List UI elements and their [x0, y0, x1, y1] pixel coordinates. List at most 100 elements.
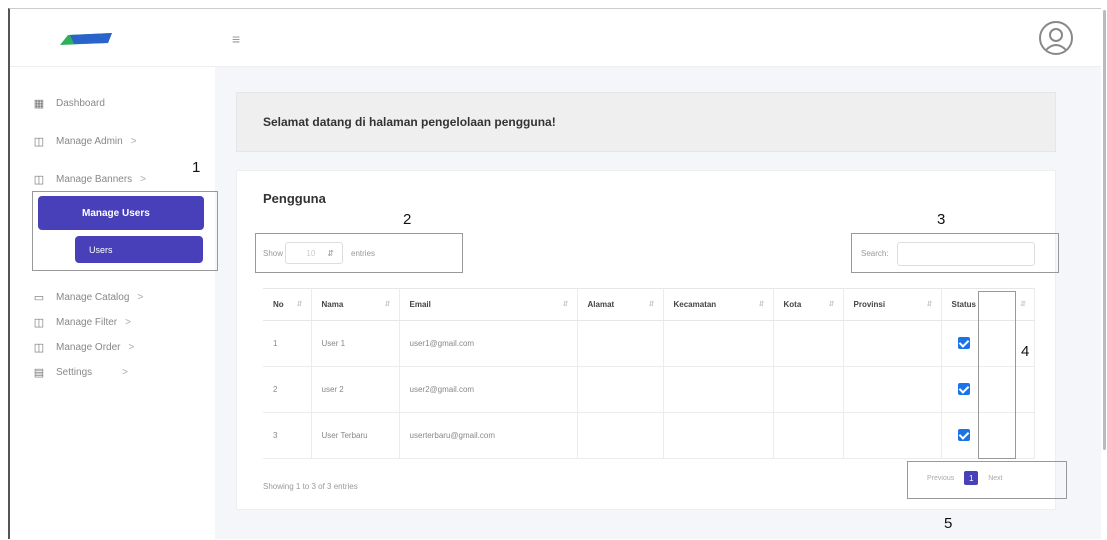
sort-icon: ⇵: [384, 301, 391, 308]
sidebar-item-label: Manage Order: [56, 341, 121, 353]
cell-alamat: [577, 412, 664, 459]
show-label: Show: [263, 249, 284, 258]
scrollbar[interactable]: [1101, 0, 1107, 539]
sidebar-item-label: Manage Banners: [56, 173, 133, 185]
column-header-no[interactable]: No ⇵: [263, 288, 312, 321]
sort-icon: ⇵: [758, 301, 765, 308]
brand-logo: [60, 33, 112, 45]
table-row: 2 user 2 user2@gmail.com: [263, 366, 1035, 413]
table-row: 1 User 1 user1@gmail.com: [263, 320, 1035, 367]
annotation-number: 3: [937, 211, 946, 228]
cell-provinsi: [843, 366, 942, 413]
chevron-right-icon: >: [137, 291, 144, 303]
chevron-right-icon: >: [140, 173, 147, 185]
sidebar-item-label: Manage Admin: [56, 135, 123, 147]
search-label: Search:: [861, 249, 889, 258]
cell-email: user1@gmail.com: [399, 320, 578, 367]
chevron-right-icon: >: [130, 135, 137, 147]
annotation-number: 5: [944, 515, 953, 532]
cell-kecamatan: [663, 412, 774, 459]
annotation-number: 1: [192, 159, 201, 176]
table-icon: ◫: [33, 341, 45, 354]
sidebar-item-label: Settings: [56, 366, 93, 378]
cell-no: 3: [263, 412, 312, 459]
scrollbar-thumb[interactable]: [1103, 10, 1106, 450]
annotation-number: 2: [403, 211, 412, 228]
status-checkbox[interactable]: [957, 382, 970, 395]
select-arrows-icon: ⇵: [327, 248, 334, 258]
table-row: 3 User Terbaru userterbaru@gmail.com: [263, 412, 1035, 459]
status-checkbox[interactable]: [957, 428, 970, 441]
cell-nama: User 1: [311, 320, 400, 367]
welcome-text: Selamat datang di halaman pengelolaan pe…: [263, 115, 556, 129]
table-header-row: No ⇵ Nama ⇵ Email ⇵ Alamat ⇵ Kecamatan ⇵ Kota…: [263, 288, 1035, 321]
cell-email: userterbaru@gmail.com: [399, 412, 578, 459]
top-bar: ≡: [10, 9, 1103, 67]
calendar-icon: ▭: [33, 291, 45, 304]
status-checkbox[interactable]: [957, 336, 970, 349]
page-button[interactable]: 1: [964, 471, 979, 485]
cell-kecamatan: [663, 320, 774, 367]
cell-kota: [773, 412, 844, 459]
sort-icon: ⇵: [562, 301, 569, 308]
sidebar-item-manage-admin[interactable]: ◫ Manage Admin >: [32, 130, 137, 152]
hamburger-icon[interactable]: ≡: [232, 31, 240, 47]
search-input[interactable]: [897, 242, 1035, 266]
cell-kecamatan: [663, 366, 774, 413]
sidebar-item-manage-banners[interactable]: ◫ Manage Banners >: [32, 168, 146, 190]
chevron-right-icon: >: [122, 366, 128, 378]
annotation-number: 4: [1021, 343, 1030, 360]
annotation-box: [978, 291, 1016, 459]
column-header-email[interactable]: Email ⇵: [399, 288, 578, 321]
sidebar-item-manage-order[interactable]: ◫ Manage Order >: [32, 336, 135, 358]
table-icon: ◫: [33, 316, 45, 329]
previous-button[interactable]: Previous: [917, 467, 964, 489]
entries-value: 10: [306, 248, 316, 258]
cell-nama: user 2: [311, 366, 400, 413]
next-button[interactable]: Next: [978, 467, 1012, 489]
sidebar-item-label: Manage Filter: [56, 316, 118, 328]
welcome-banner: Selamat datang di halaman pengelolaan pe…: [236, 92, 1056, 152]
annotation-box: [32, 191, 218, 271]
cell-alamat: [577, 366, 664, 413]
table-icon: ◫: [33, 135, 45, 148]
entries-select[interactable]: 10 ⇵: [285, 242, 343, 264]
cell-email: user2@gmail.com: [399, 366, 578, 413]
sidebar-item-label: Manage Catalog: [56, 291, 130, 303]
sidebar-item-settings[interactable]: ▤ Settings >: [32, 361, 128, 383]
table-info: Showing 1 to 3 of 3 entries: [263, 482, 358, 491]
layout-icon: ▤: [33, 366, 45, 379]
column-header-kecamatan[interactable]: Kecamatan ⇵: [663, 288, 774, 321]
sidebar-item-label: Dashboard: [56, 97, 105, 109]
cell-provinsi: [843, 320, 942, 367]
pagination: Previous 1 Next: [917, 467, 1013, 489]
grid-icon: ▦: [33, 97, 45, 110]
user-avatar-icon[interactable]: [1039, 21, 1073, 55]
sort-icon: ⇵: [1020, 301, 1026, 308]
column-header-kota[interactable]: Kota ⇵: [773, 288, 844, 321]
users-table: No ⇵ Nama ⇵ Email ⇵ Alamat ⇵ Kecamatan ⇵ Kota…: [263, 288, 1035, 459]
chevron-right-icon: >: [125, 316, 131, 328]
users-card: Pengguna 2 3 Show 10 ⇵ entries Search: N…: [236, 170, 1067, 532]
sidebar-item-manage-filter[interactable]: ◫ Manage Filter >: [32, 311, 131, 333]
entries-label: entries: [351, 249, 376, 258]
sidebar-item-manage-catalog[interactable]: ▭ Manage Catalog >: [32, 286, 143, 308]
table-icon: ◫: [33, 173, 45, 186]
sort-icon: ⇵: [296, 301, 303, 308]
cell-no: 2: [263, 366, 312, 413]
cell-alamat: [577, 320, 664, 367]
cell-provinsi: [843, 412, 942, 459]
sort-icon: ⇵: [926, 301, 933, 308]
column-header-nama[interactable]: Nama ⇵: [311, 288, 400, 321]
sort-icon: ⇵: [828, 301, 835, 308]
cell-kota: [773, 320, 844, 367]
cell-nama: User Terbaru: [311, 412, 400, 459]
card-title: Pengguna: [263, 191, 326, 206]
chevron-right-icon: >: [128, 341, 135, 353]
sidebar-item-dashboard[interactable]: ▦ Dashboard: [32, 92, 105, 114]
cell-no: 1: [263, 320, 312, 367]
sort-icon: ⇵: [648, 301, 655, 308]
column-header-alamat[interactable]: Alamat ⇵: [577, 288, 664, 321]
cell-kota: [773, 366, 844, 413]
column-header-provinsi[interactable]: Provinsi ⇵: [843, 288, 942, 321]
